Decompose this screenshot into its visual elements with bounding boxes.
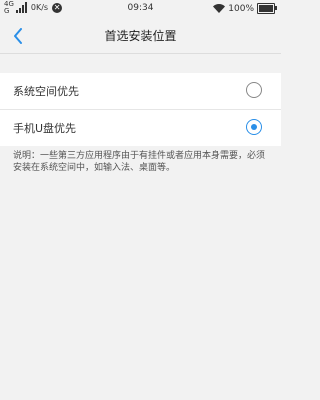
status-bar: 4G G 0K/s ✕ 09:34 100% (0, 0, 281, 18)
radio-button[interactable] (246, 82, 262, 98)
page-title: 首选安装位置 (104, 29, 177, 43)
radio-button-selected[interactable] (246, 119, 262, 135)
battery-icon (257, 3, 277, 14)
explanation-note: 说明：一些第三方应用程序由于有挂件或者应用本身需要，必须安装在系统空间中，如输入… (13, 151, 266, 173)
option-phone-usb[interactable]: 手机U盘优先 (0, 109, 281, 146)
option-label: 手机U盘优先 (13, 122, 77, 135)
option-label: 系统空间优先 (13, 85, 79, 98)
install-location-options: 系统空间优先 手机U盘优先 (0, 73, 281, 146)
battery-percent: 100% (228, 3, 254, 14)
status-right: 100% (213, 3, 277, 14)
wifi-icon (213, 4, 226, 13)
radio-dot (251, 124, 257, 130)
option-system-space[interactable]: 系统空间优先 (0, 73, 281, 109)
title-bar: 首选安装位置 (0, 18, 281, 54)
